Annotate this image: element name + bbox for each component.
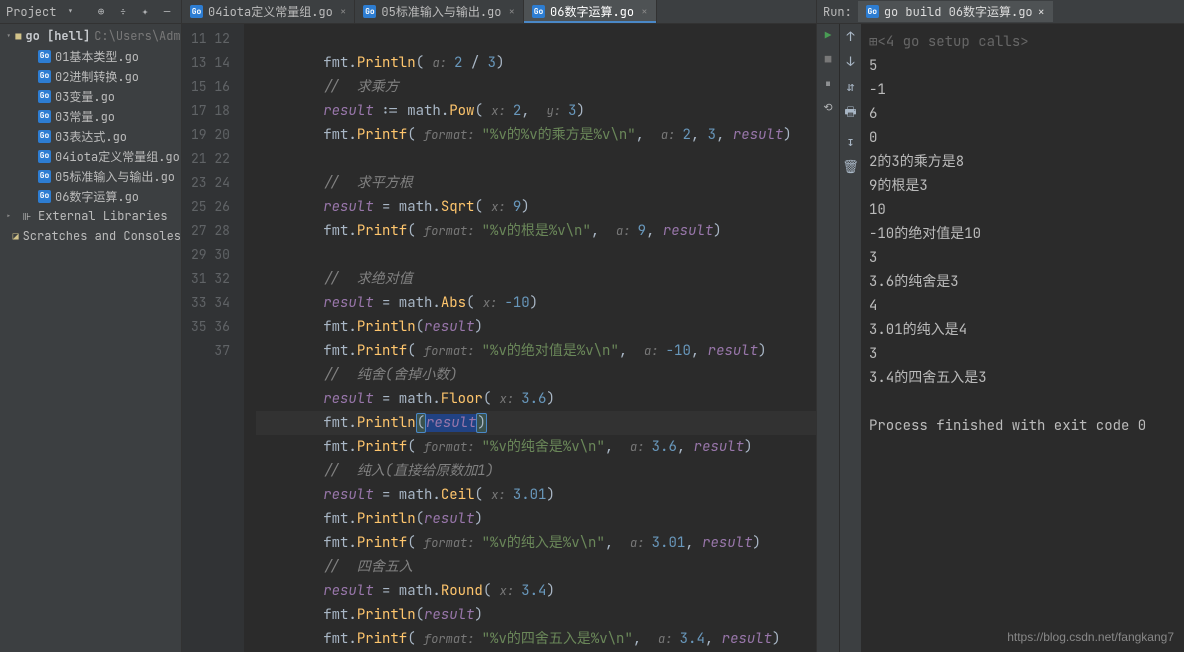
- go-file-icon: Go: [38, 90, 51, 103]
- tree-file[interactable]: Go03变量.go: [0, 86, 181, 106]
- tree-file[interactable]: Go01基本类型.go: [0, 46, 181, 66]
- project-label: Project: [6, 4, 56, 20]
- run-label: Run:: [823, 4, 852, 20]
- watermark: https://blog.csdn.net/fangkang7: [1007, 630, 1174, 644]
- tree-root[interactable]: ▾■ go [hell] C:\Users\Administrator\De: [0, 26, 181, 46]
- dropdown-icon[interactable]: ▾: [62, 4, 78, 20]
- go-icon: Go: [866, 5, 879, 18]
- go-file-icon: Go: [38, 110, 51, 123]
- close-icon[interactable]: ×: [508, 5, 515, 19]
- go-icon: Go: [532, 5, 545, 18]
- print-icon[interactable]: 🖶: [844, 103, 856, 125]
- down-icon[interactable]: ↓: [847, 53, 855, 70]
- go-icon: Go: [190, 5, 203, 18]
- go-file-icon: Go: [38, 150, 51, 163]
- editor-tab[interactable]: Go05标准输入与输出.go×: [355, 0, 524, 23]
- tree-file[interactable]: Go06数字运算.go: [0, 186, 181, 206]
- tree-file[interactable]: Go05标准输入与输出.go: [0, 166, 181, 186]
- collapse-icon[interactable]: ÷: [115, 4, 131, 20]
- go-icon: Go: [363, 5, 376, 18]
- close-icon[interactable]: ×: [340, 5, 347, 19]
- close-icon[interactable]: ×: [641, 5, 648, 19]
- tree-file[interactable]: Go03常量.go: [0, 106, 181, 126]
- trash-icon[interactable]: 🗑: [842, 158, 859, 175]
- exit-icon[interactable]: ⟲: [820, 100, 836, 116]
- project-sidebar: Project ▾ ⊕ ÷ ✦ — ▾■ go [hell] C:\Users\…: [0, 0, 182, 652]
- project-tree: ▾■ go [hell] C:\Users\Administrator\De G…: [0, 24, 181, 652]
- pause-icon[interactable]: ⏸: [820, 76, 836, 92]
- scratches[interactable]: ◪Scratches and Consoles: [0, 226, 181, 246]
- editor-tab[interactable]: Go06数字运算.go×: [524, 0, 657, 23]
- tree-file[interactable]: Go04iota定义常量组.go: [0, 146, 181, 166]
- tree-file[interactable]: Go03表达式.go: [0, 126, 181, 146]
- rerun-icon[interactable]: ▶: [820, 28, 836, 44]
- hide-icon[interactable]: —: [159, 4, 175, 20]
- run-tab[interactable]: Go go build 06数字运算.go ×: [858, 1, 1053, 22]
- go-file-icon: Go: [38, 190, 51, 203]
- project-topbar: Project ▾ ⊕ ÷ ✦ —: [0, 0, 181, 24]
- run-panel: Run: Go go build 06数字运算.go × ▶ ■ ⏸ ⟲ ↑ ↓: [816, 0, 1184, 652]
- go-file-icon: Go: [38, 170, 51, 183]
- run-toolbar-left: ▶ ■ ⏸ ⟲: [817, 24, 839, 652]
- run-toolbar-2: ↑ ↓ ⇵ 🖶 ↧ 🗑: [839, 24, 861, 652]
- editor-pane: Go04iota定义常量组.go×Go05标准输入与输出.go×Go06数字运算…: [182, 0, 816, 652]
- stop-icon[interactable]: ■: [820, 52, 836, 68]
- code-area[interactable]: fmt.Println( a: 2 / 3) // 求乘方 result := …: [244, 24, 816, 652]
- external-libraries[interactable]: ▸⊪External Libraries: [0, 206, 181, 226]
- editor-tabs: Go04iota定义常量组.go×Go05标准输入与输出.go×Go06数字运算…: [182, 0, 816, 24]
- scroll-icon[interactable]: ↧: [847, 133, 855, 150]
- up-icon[interactable]: ↑: [847, 28, 855, 45]
- editor-tab[interactable]: Go04iota定义常量组.go×: [182, 0, 355, 23]
- go-file-icon: Go: [38, 70, 51, 83]
- target-icon[interactable]: ⊕: [93, 4, 109, 20]
- go-file-icon: Go: [38, 130, 51, 143]
- close-icon[interactable]: ×: [1038, 4, 1045, 20]
- go-file-icon: Go: [38, 50, 51, 63]
- line-gutter: 11 12 13 14 15 16 17 18 19 20 21 22 23 2…: [182, 24, 244, 652]
- tree-file[interactable]: Go02进制转换.go: [0, 66, 181, 86]
- wrap-icon[interactable]: ⇵: [847, 78, 855, 95]
- console-output[interactable]: ⊞<4 go setup calls> 5 -1 6 0 2的3的乘方是8 9的…: [861, 24, 1184, 652]
- gear-icon[interactable]: ✦: [137, 4, 153, 20]
